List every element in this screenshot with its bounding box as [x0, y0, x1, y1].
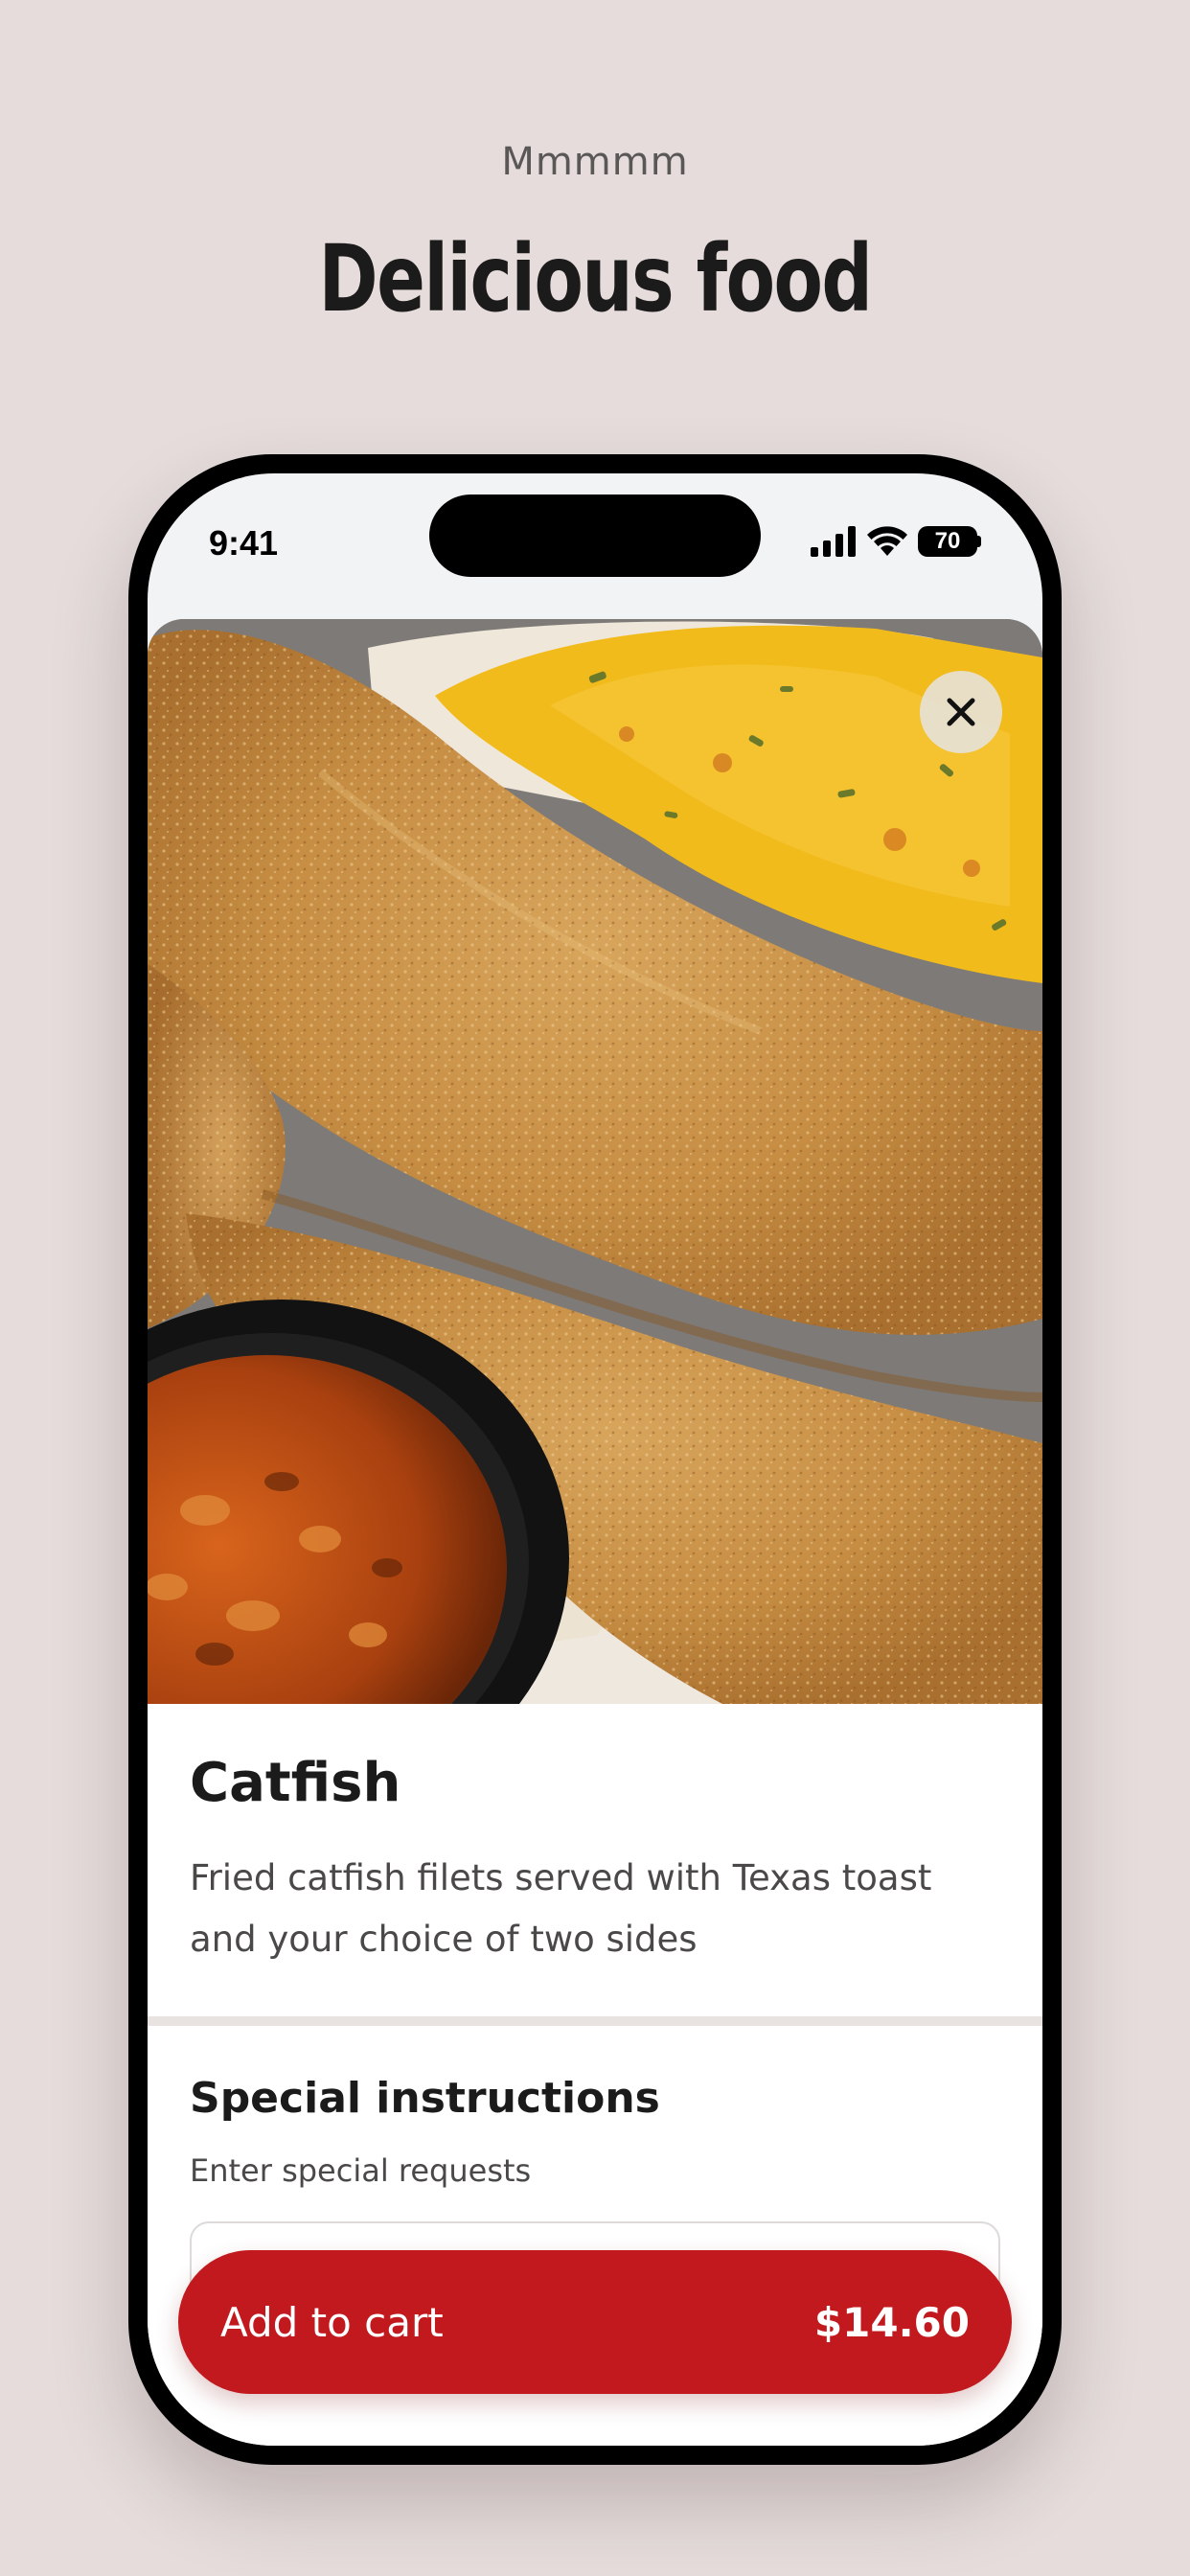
close-button[interactable]	[920, 671, 1002, 753]
battery-icon: 70	[918, 526, 981, 557]
close-icon	[947, 698, 975, 726]
phone-frame: 9:41 70 Catfish Fried catfish filets ser…	[128, 454, 1062, 2465]
special-instructions-subtitle: Enter special requests	[190, 2152, 532, 2189]
status-icons: 70	[811, 525, 981, 558]
section-divider	[148, 2016, 1042, 2026]
item-description: Fried catfish filets served with Texas t…	[190, 1857, 932, 1960]
item-photo	[148, 619, 1042, 1704]
phone-screen: 9:41 70 Catfish Fried catfish filets ser…	[148, 473, 1042, 2446]
cart-price: $14.60	[813, 2298, 970, 2346]
item-title: Catfish	[190, 1752, 401, 1814]
item-detail-sheet: Catfish Fried catfish filets served with…	[148, 619, 1042, 2446]
wifi-icon	[867, 526, 907, 556]
battery-level: 70	[918, 526, 977, 557]
add-to-cart-button[interactable]: Add to cart $14.60	[178, 2250, 1012, 2394]
page-headline: Delicious food	[318, 225, 874, 333]
eyebrow-text: Mmmmm	[501, 140, 689, 184]
battery-tip	[977, 536, 981, 547]
status-bar: 9:41 70	[148, 473, 1042, 608]
status-time: 9:41	[209, 523, 279, 563]
signal-icon	[811, 526, 856, 557]
special-instructions-title: Special instructions	[190, 2074, 660, 2123]
dynamic-island	[429, 494, 761, 577]
add-to-cart-label: Add to cart	[220, 2298, 444, 2346]
